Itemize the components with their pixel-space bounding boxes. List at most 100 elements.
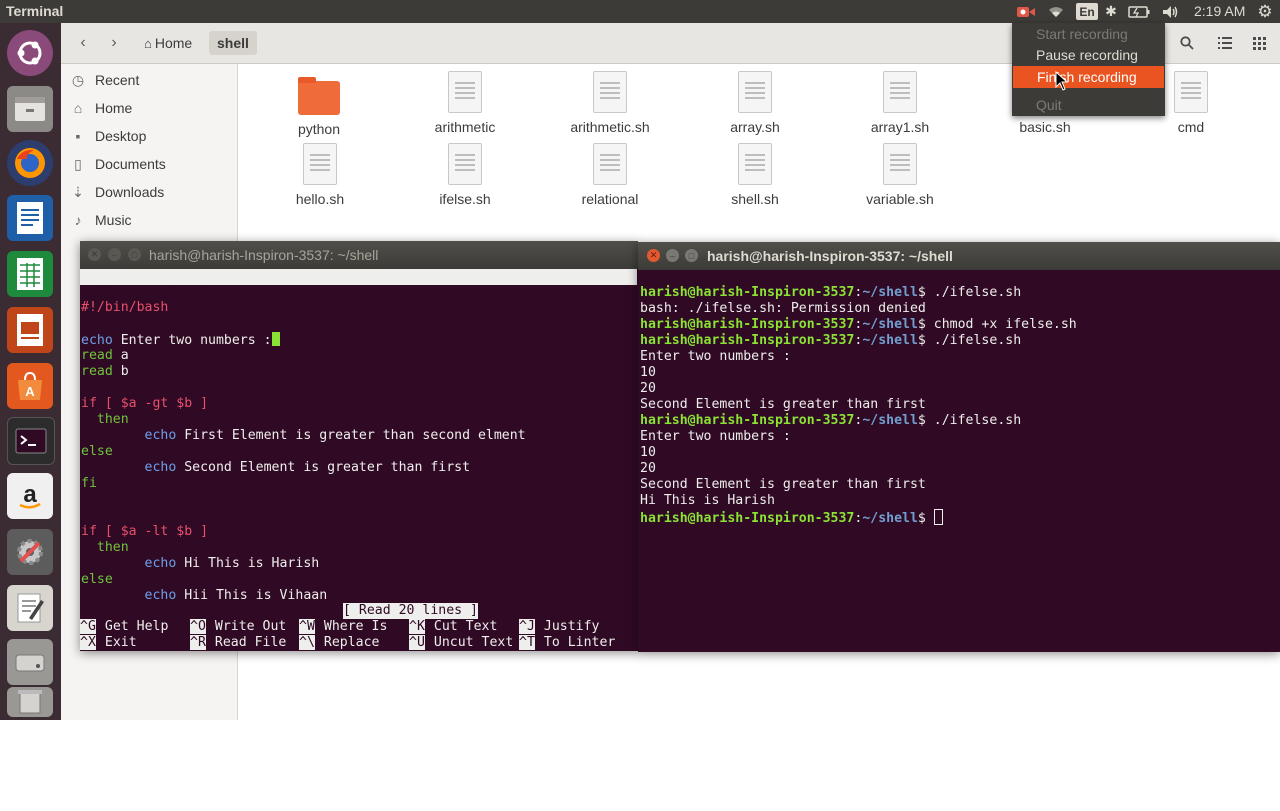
shortcut-justify[interactable]: ^J Justify xyxy=(519,619,599,635)
code-line: if [ $a -lt $b ] xyxy=(81,524,209,539)
file-item[interactable]: variable.sh xyxy=(840,143,960,207)
search-icon[interactable] xyxy=(1172,31,1202,55)
file-item[interactable]: arithmetic.sh xyxy=(550,71,670,135)
text-file-icon xyxy=(1174,71,1208,113)
volume-icon[interactable] xyxy=(1160,2,1182,21)
sidebar-item-documents[interactable]: ▯ Documents xyxy=(61,150,237,178)
forward-button[interactable]: › xyxy=(101,31,127,55)
shell-prompt-line: harish@harish-Inspiron-3537:~/shell$ ./i… xyxy=(640,333,1022,348)
code-line: then xyxy=(81,540,129,555)
file-item[interactable]: array.sh xyxy=(695,71,815,135)
sidebar-item-downloads[interactable]: ⇣ Downloads xyxy=(61,178,237,206)
sidebar-item-music[interactable]: ♪ Music xyxy=(61,206,237,234)
menu-item-start-recording[interactable]: Start recording xyxy=(1012,23,1165,45)
shell-output-area[interactable]: harish@harish-Inspiron-3537:~/shell$ ./i… xyxy=(640,285,1278,645)
list-view-icon[interactable] xyxy=(1210,31,1240,55)
shell-output-line: 20 xyxy=(640,381,656,396)
code-line: echo First Element is greater than secon… xyxy=(81,428,526,443)
battery-icon[interactable] xyxy=(1126,2,1152,21)
breadcrumb-current[interactable]: shell xyxy=(209,31,257,55)
shortcut-get-help[interactable]: ^G Get Help xyxy=(80,619,168,635)
file-item[interactable]: array1.sh xyxy=(840,71,960,135)
minimize-button[interactable]: – xyxy=(108,248,121,261)
svg-text:a: a xyxy=(23,481,37,508)
software-center-icon[interactable]: A xyxy=(7,363,53,409)
nano-terminal-window: ✕ – □ harish@harish-Inspiron-3537: ~/she… xyxy=(80,241,638,651)
maximize-button[interactable]: □ xyxy=(685,249,698,262)
shell-output-line: Second Element is greater than first xyxy=(640,477,926,492)
text-file-icon xyxy=(448,71,482,113)
amazon-icon[interactable]: a xyxy=(7,473,53,519)
files-icon[interactable] xyxy=(7,86,53,132)
text-file-icon xyxy=(883,71,917,113)
nano-editor-area[interactable]: #!/bin/bash echo Enter two numbers : rea… xyxy=(81,300,637,603)
file-item[interactable]: ifelse.sh xyxy=(405,143,525,207)
text-file-icon xyxy=(303,143,337,185)
svg-text:A: A xyxy=(25,384,35,399)
file-item[interactable]: shell.sh xyxy=(695,143,815,207)
settings-gear-icon[interactable]: ⚙ xyxy=(1254,2,1276,21)
shortcut-to-linter[interactable]: ^T To Linter xyxy=(519,635,615,651)
shortcut-exit[interactable]: ^X Exit xyxy=(80,635,137,651)
sidebar-item-recent[interactable]: ◷ Recent xyxy=(61,66,237,94)
clock[interactable]: 2:19 AM xyxy=(1194,3,1245,19)
wifi-icon[interactable] xyxy=(1045,2,1067,21)
sidebar-item-home[interactable]: ⌂ Home xyxy=(61,94,237,122)
file-item[interactable]: arithmetic xyxy=(405,71,525,135)
shortcut-uncut-text[interactable]: ^U Uncut Text xyxy=(409,635,513,651)
file-name: relational xyxy=(581,191,639,207)
close-button[interactable]: ✕ xyxy=(88,248,101,261)
shell-prompt-line: harish@harish-Inspiron-3537:~/shell$ xyxy=(640,509,943,526)
firefox-icon[interactable] xyxy=(7,140,53,186)
minimize-button[interactable]: – xyxy=(666,249,679,262)
bluetooth-icon[interactable]: ✱ xyxy=(1102,2,1120,21)
file-name: hello.sh xyxy=(295,191,345,207)
close-button[interactable]: ✕ xyxy=(647,249,660,262)
file-item[interactable]: python xyxy=(259,73,379,137)
shell-terminal-window: ✕ – □ harish@harish-Inspiron-3537: ~/she… xyxy=(638,242,1280,652)
file-item[interactable]: hello.sh xyxy=(260,143,380,207)
breadcrumb-home[interactable]: ⌂ Home xyxy=(136,31,200,55)
record-indicator-icon[interactable] xyxy=(1015,2,1037,21)
shortcut-cut-text[interactable]: ^K Cut Text xyxy=(409,619,497,635)
keyboard-layout-indicator[interactable]: En xyxy=(1076,3,1098,20)
maximize-button[interactable]: □ xyxy=(128,248,141,261)
terminal-icon[interactable] xyxy=(7,417,55,465)
calc-icon[interactable] xyxy=(7,251,53,297)
sidebar-item-label: Desktop xyxy=(95,128,147,144)
trash-icon[interactable] xyxy=(7,687,53,717)
drive-icon[interactable] xyxy=(7,639,53,685)
menu-item-quit[interactable]: Quit xyxy=(1012,94,1165,116)
writer-icon[interactable] xyxy=(7,195,53,241)
system-settings-icon[interactable] xyxy=(7,529,53,575)
window-title: harish@harish-Inspiron-3537: ~/shell xyxy=(707,248,953,264)
shell-window-titlebar: ✕ – □ harish@harish-Inspiron-3537: ~/she… xyxy=(638,242,1280,270)
back-button[interactable]: ‹ xyxy=(70,31,96,55)
nano-version: GNU nano 2.5.3 xyxy=(98,285,210,300)
nano-shortcut-bar: ^G Get Help ^O Write Out ^W Where Is ^K Cut … xyxy=(80,619,638,651)
ubuntu-dash-icon[interactable] xyxy=(7,30,53,76)
file-name: arithmetic.sh xyxy=(570,119,650,135)
shell-output-line: Enter two numbers : xyxy=(640,349,791,364)
file-item[interactable]: relational xyxy=(550,143,670,207)
shortcut-write-out[interactable]: ^O Write Out xyxy=(190,619,286,635)
folder-icon xyxy=(298,77,340,115)
clock-icon: ◷ xyxy=(71,71,85,88)
shortcut-read-file[interactable]: ^R Read File xyxy=(190,635,286,651)
code-line: read b xyxy=(81,364,129,379)
shortcut-where-is[interactable]: ^W Where Is xyxy=(299,619,387,635)
impress-icon[interactable] xyxy=(7,307,53,353)
shortcut-replace[interactable]: ^\ Replace xyxy=(299,635,379,651)
sidebar-item-desktop[interactable]: ▪ Desktop xyxy=(61,122,237,150)
text-file-icon xyxy=(593,143,627,185)
text-file-icon xyxy=(738,143,772,185)
grid-view-icon[interactable] xyxy=(1244,31,1274,55)
recording-menu: Start recording Pause recording Finish r… xyxy=(1012,23,1165,116)
shell-output-line: 20 xyxy=(640,461,656,476)
sidebar-item-label: Downloads xyxy=(95,184,165,200)
text-editor-icon[interactable] xyxy=(7,585,53,631)
menu-item-pause-recording[interactable]: Pause recording xyxy=(1012,44,1165,66)
home-icon: ⌂ xyxy=(73,100,83,116)
menu-item-finish-recording[interactable]: Finish recording xyxy=(1013,66,1164,88)
code-line: else xyxy=(81,444,113,459)
